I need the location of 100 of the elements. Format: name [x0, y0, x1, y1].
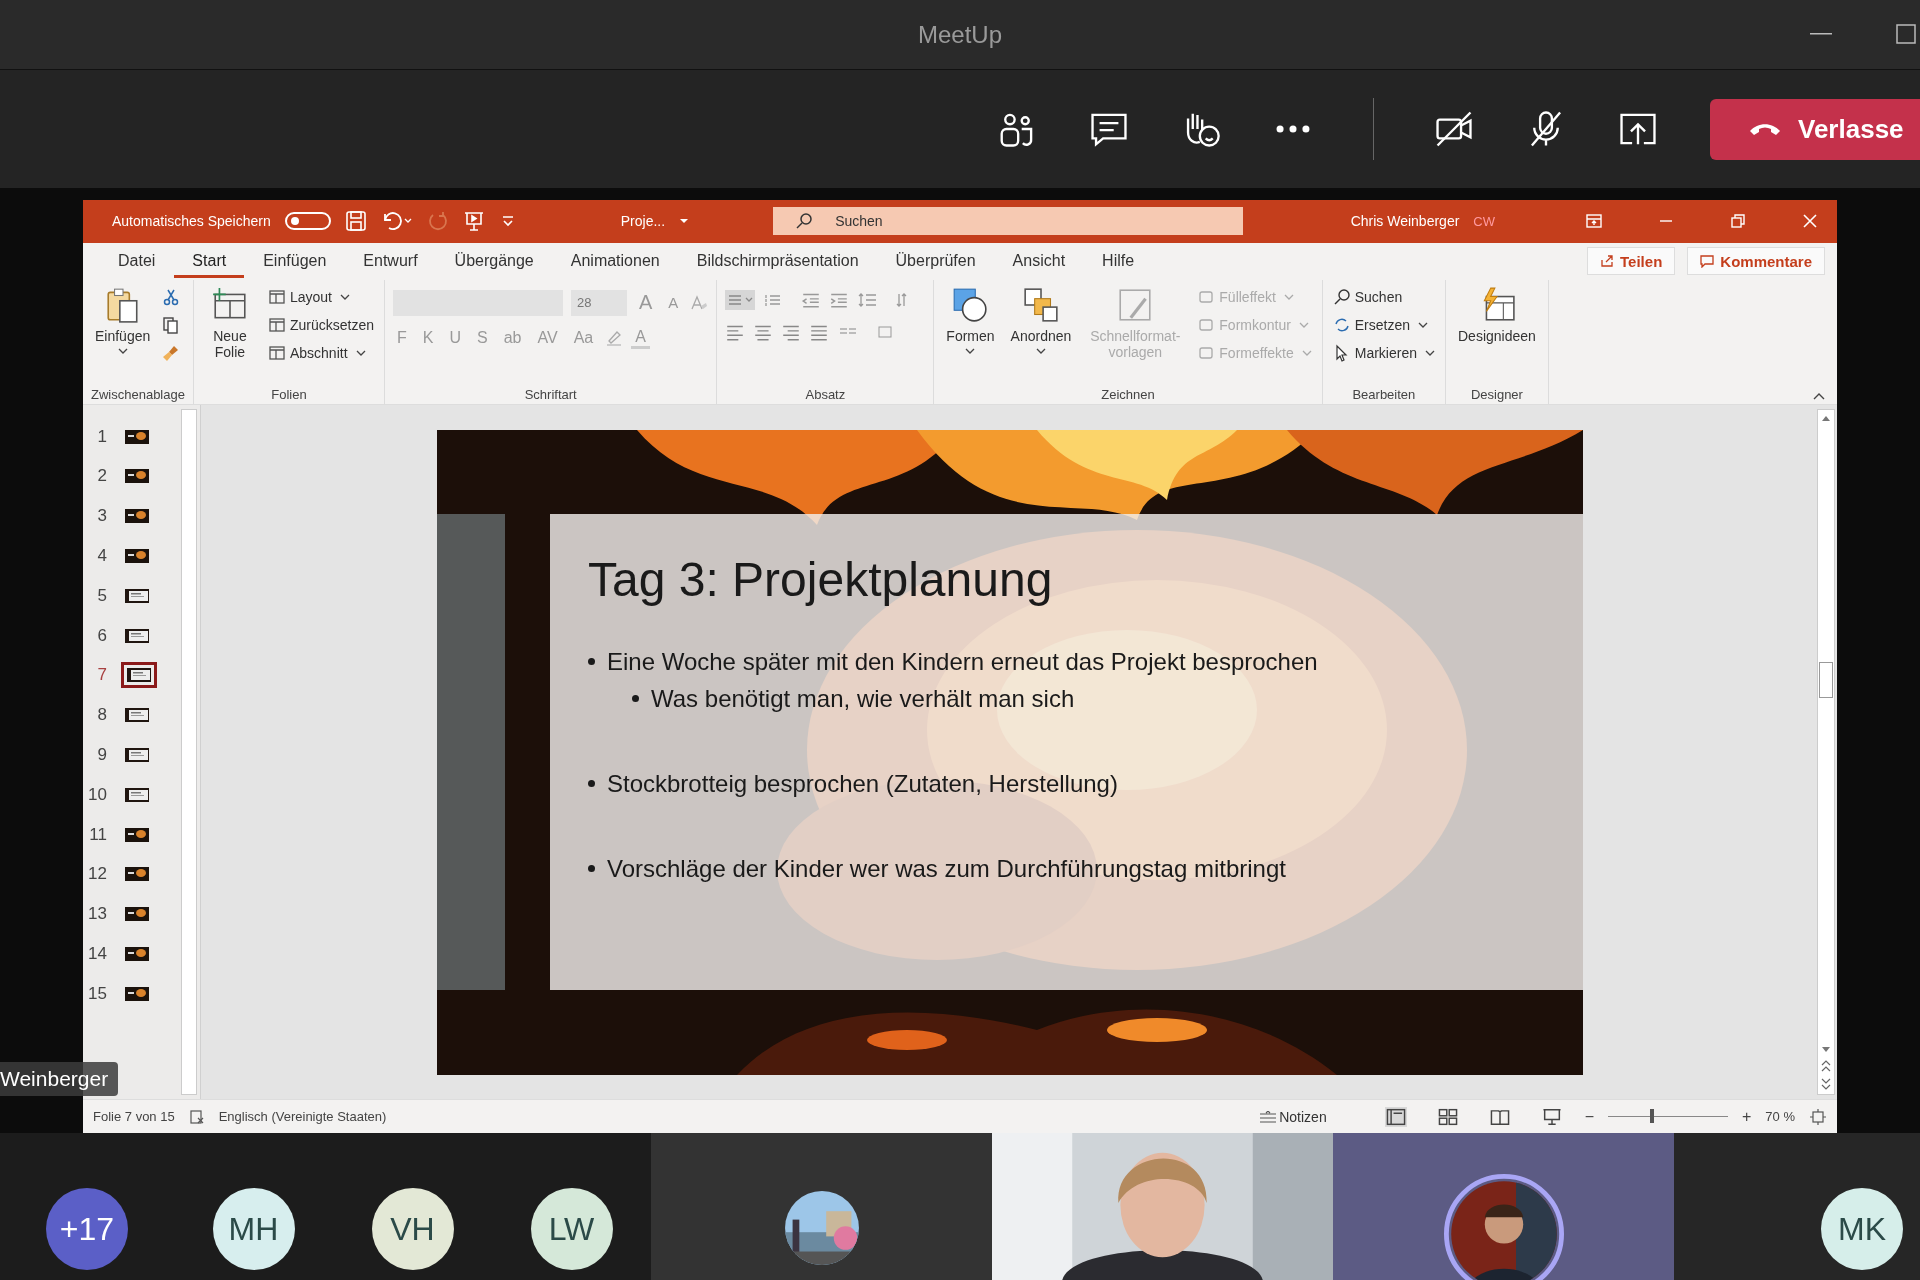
paste-button[interactable]: Einfügen	[91, 285, 155, 354]
layout-icon	[267, 287, 286, 306]
caret-icon	[340, 293, 350, 300]
ribbon-button[interactable]: Formen	[942, 285, 999, 354]
ribbon-tab[interactable]: Hilfe	[1084, 244, 1153, 279]
ribbon-item[interactable]: Zurücksetzen	[265, 313, 376, 336]
normal-view-icon[interactable]	[1384, 1106, 1407, 1127]
ribbon-item[interactable]: Ersetzen	[1330, 313, 1437, 336]
participant-name: Weinberger	[0, 1062, 119, 1096]
slide-number: 6	[96, 625, 108, 646]
bullet-text: Was benötigt man, wie verhält man sich	[651, 683, 1075, 714]
slideshow-icon[interactable]	[1540, 1106, 1563, 1127]
design-ideas-button[interactable]: Designideen	[1454, 285, 1540, 344]
zoom-reading[interactable]: 70 %	[1765, 1109, 1795, 1124]
bullet-text: Eine Woche später mit den Kindern erneut das Projekt besprochen	[607, 646, 1318, 677]
participant-avatar[interactable]: LW	[530, 1188, 613, 1270]
slide-thumbnail[interactable]	[121, 662, 157, 689]
search-icon	[795, 212, 814, 231]
ribbon-button[interactable]: Anordnen	[1006, 285, 1076, 354]
ribbon-tab[interactable]: Übergänge	[436, 244, 552, 279]
ribbon-tab[interactable]: Datei	[100, 244, 174, 279]
ribbon-tab[interactable]: Entwurf	[345, 244, 436, 279]
fit-slide-icon[interactable]	[1809, 1107, 1827, 1126]
caret-icon	[965, 347, 976, 354]
bullet-icon	[588, 657, 595, 665]
caret-icon	[1425, 349, 1435, 356]
slide-number: 5	[96, 585, 108, 606]
ribbon-tab[interactable]: Animationen	[552, 244, 678, 279]
participant-avatar[interactable]: MH	[212, 1188, 295, 1270]
scrollbar[interactable]	[181, 408, 197, 1095]
search-icon	[1332, 287, 1351, 306]
new-slide-button[interactable]: Neue Folie	[201, 285, 258, 360]
comments-button[interactable]: Kommentare	[1687, 247, 1825, 276]
participant-avatar[interactable]: VH	[371, 1188, 454, 1270]
ribbon-tab[interactable]: Start	[174, 244, 245, 279]
save-icon[interactable]	[344, 210, 367, 233]
ribbon-item[interactable]: Layout	[265, 285, 376, 308]
search-field[interactable]: Suchen	[773, 207, 1244, 236]
ribbon-group-label: Bearbeiten	[1351, 386, 1417, 402]
slide-number: 15	[87, 983, 108, 1004]
ribbon-group-label: Zeichnen	[1100, 386, 1156, 402]
layout-icon	[267, 343, 286, 362]
camera-icon[interactable]	[1434, 109, 1474, 149]
grid-view-icon[interactable]	[1436, 1106, 1459, 1127]
slide-number: 8	[96, 705, 108, 726]
caret-icon	[1283, 293, 1294, 300]
ribbon-tab[interactable]: Überprüfen	[877, 244, 994, 279]
layout-icon	[267, 315, 286, 334]
participant-avatar[interactable]: +17	[46, 1188, 128, 1270]
restore-icon[interactable]	[1729, 212, 1747, 231]
autosave-toggle[interactable]	[284, 212, 331, 231]
ribbon-item[interactable]: Suchen	[1330, 285, 1437, 308]
slide-number: 1	[96, 426, 108, 447]
leave-button[interactable]: Verlasse	[1710, 98, 1920, 160]
language-label[interactable]: Englisch (Vereinigte Staaten)	[218, 1109, 387, 1124]
scroll-thumb[interactable]	[1819, 661, 1833, 698]
document-title[interactable]: Proje...	[620, 213, 666, 230]
window-title: MeetUp	[917, 20, 1002, 49]
notes-button[interactable]: Notizen	[1253, 1107, 1333, 1126]
ribbon-tab[interactable]: Einfügen	[245, 244, 345, 279]
slide-number: 12	[87, 864, 108, 885]
copy-icon[interactable]	[162, 315, 181, 334]
participant-avatar[interactable]: MK	[1821, 1188, 1903, 1270]
caret-icon	[1035, 347, 1046, 354]
slide-number: 2	[96, 466, 108, 487]
ribbon-group-label: Zwischenablage	[91, 386, 185, 402]
caret-icon	[117, 347, 128, 354]
scroll-down-icon[interactable]	[1821, 1046, 1831, 1054]
presentation-icon[interactable]	[462, 210, 485, 233]
arrange-icon	[1021, 285, 1060, 324]
maximize-icon[interactable]	[1896, 24, 1916, 44]
zoom-in-button[interactable]: +	[1742, 1107, 1752, 1126]
ribbon-tab[interactable]: Bildschirmpräsentation	[678, 244, 877, 279]
notes-icon	[1259, 1110, 1278, 1123]
scissors-icon[interactable]	[162, 287, 181, 306]
bullet-icon	[632, 694, 639, 702]
slide-number: 7	[96, 665, 108, 686]
caret-icon	[1301, 349, 1312, 356]
share-button[interactable]: Teilen	[1587, 247, 1676, 276]
ribbon-item[interactable]: Markieren	[1330, 341, 1437, 364]
caret-icon	[1418, 321, 1428, 328]
ribbon-display-icon[interactable]	[1585, 212, 1603, 231]
accessibility-icon[interactable]	[188, 1108, 205, 1125]
ribbon-group-label: Designer	[1469, 386, 1524, 402]
phone-icon	[1748, 121, 1782, 137]
previous-slide-icon[interactable]	[1821, 1060, 1831, 1072]
slide-number: 14	[87, 944, 108, 964]
zoom-slider[interactable]	[1650, 1109, 1654, 1123]
slide-info: Folie 7 von 15	[93, 1109, 175, 1124]
comment-icon	[1700, 254, 1715, 269]
collapse-icon[interactable]	[1813, 391, 1825, 400]
user-name: Chris Weinberger	[1350, 213, 1460, 230]
bullet-icon	[588, 779, 595, 787]
slide-number: 4	[96, 546, 108, 567]
brush-icon[interactable]	[162, 343, 181, 362]
caret-icon[interactable]	[679, 218, 690, 225]
ribbon-item[interactable]: Abschnitt	[265, 341, 376, 364]
zoom-out-button[interactable]: −	[1584, 1107, 1594, 1126]
next-slide-icon[interactable]	[1821, 1078, 1831, 1090]
ribbon-tab[interactable]: Ansicht	[994, 244, 1084, 279]
